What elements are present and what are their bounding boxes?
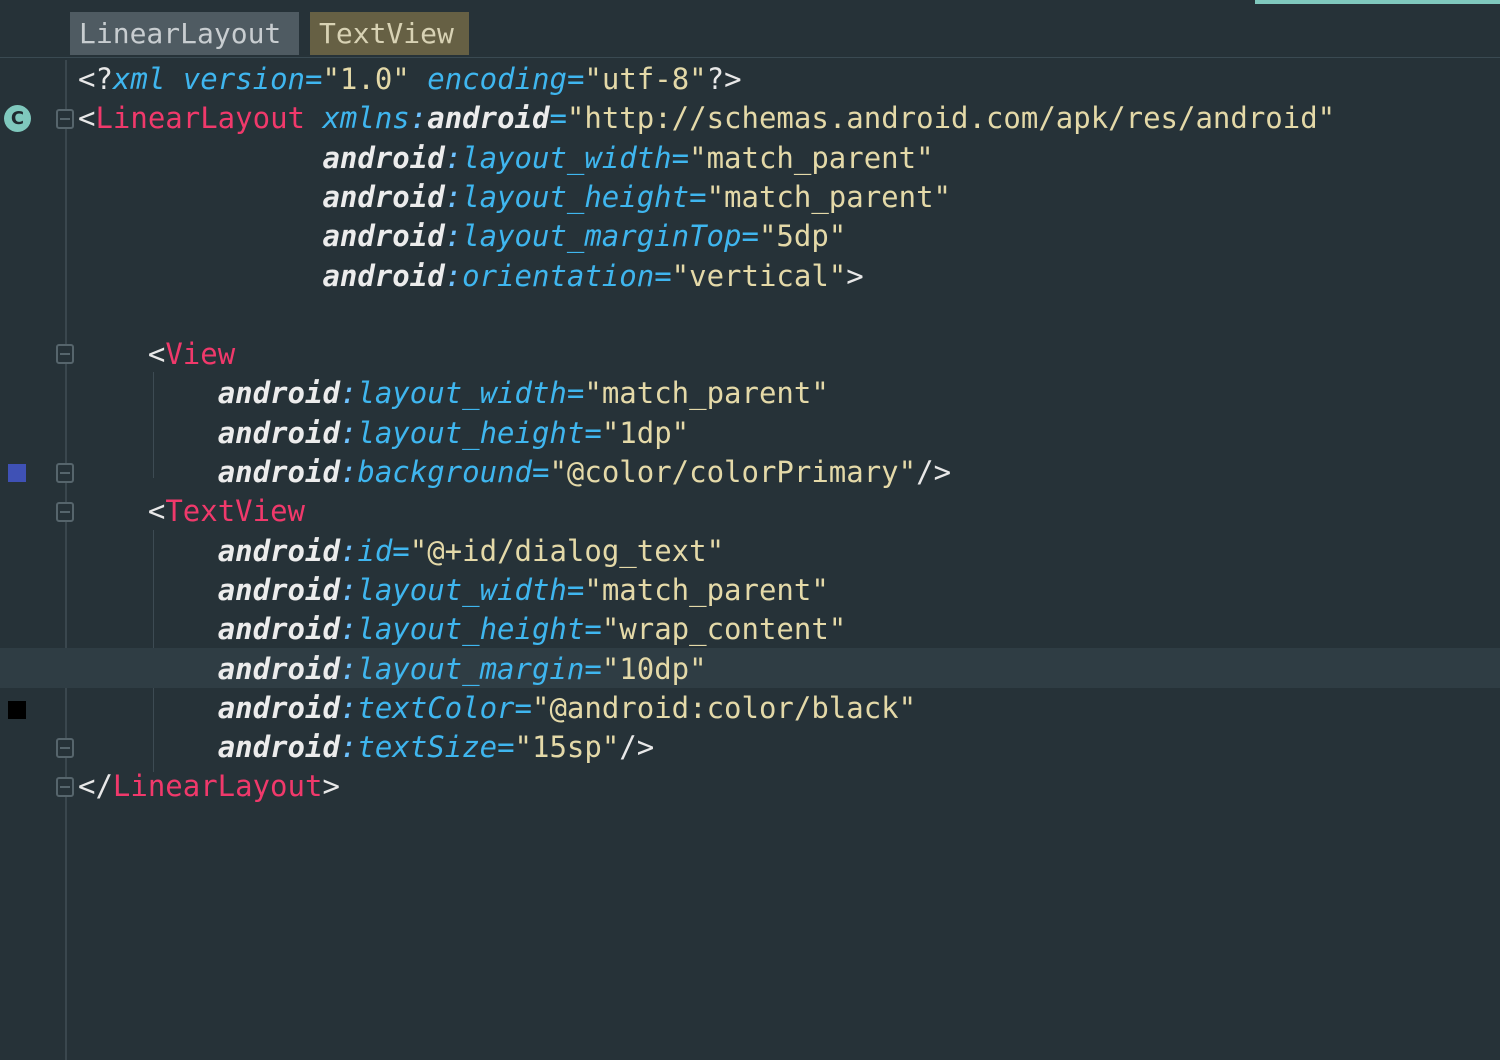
code-line[interactable]: android:layout_height="1dp" <box>78 414 689 453</box>
breadcrumb: LinearLayout TextView <box>0 0 1500 58</box>
code-line[interactable]: android:layout_width="match_parent" <box>78 374 829 413</box>
class-marker-icon[interactable]: C <box>4 105 31 132</box>
code-line[interactable]: android:id="@+id/dialog_text" <box>78 532 724 571</box>
fold-marker-icon[interactable] <box>56 109 74 129</box>
breadcrumb-item-textview[interactable]: TextView <box>310 12 469 55</box>
code-line[interactable]: android:layout_height="wrap_content" <box>78 610 847 649</box>
fold-marker-icon[interactable] <box>56 463 74 483</box>
code-line[interactable]: <?xml version="1.0" encoding="utf-8"?> <box>78 60 742 99</box>
color-primary-swatch-icon[interactable] <box>8 464 26 482</box>
code-line[interactable]: android:textColor="@android:color/black" <box>78 689 916 728</box>
code-line[interactable]: android:layout_width="match_parent" <box>78 139 933 178</box>
fold-marker-icon[interactable] <box>56 344 74 364</box>
color-black-swatch-icon[interactable] <box>8 701 26 719</box>
code-line[interactable]: android:background="@color/colorPrimary"… <box>78 453 951 492</box>
fold-marker-icon[interactable] <box>56 738 74 758</box>
code-line[interactable]: <View <box>78 335 235 374</box>
gutter-divider <box>65 60 67 1060</box>
code-line[interactable]: </LinearLayout> <box>78 767 340 806</box>
breadcrumb-item-linearlayout[interactable]: LinearLayout <box>70 12 299 55</box>
code-line[interactable]: android:layout_marginTop="5dp" <box>78 217 846 256</box>
code-line[interactable]: <LinearLayout xmlns:android="http://sche… <box>78 99 1335 138</box>
code-line[interactable]: android:orientation="vertical"> <box>78 257 863 296</box>
code-line[interactable]: android:layout_width="match_parent" <box>78 571 829 610</box>
code-line[interactable]: android:layout_margin="10dp" <box>78 650 707 689</box>
fold-marker-icon[interactable] <box>56 502 74 522</box>
code-line[interactable]: android:textSize="15sp"/> <box>78 728 655 767</box>
fold-marker-icon[interactable] <box>56 777 74 797</box>
code-line[interactable]: <TextView <box>78 492 305 531</box>
code-line[interactable]: android:layout_height="match_parent" <box>78 178 951 217</box>
